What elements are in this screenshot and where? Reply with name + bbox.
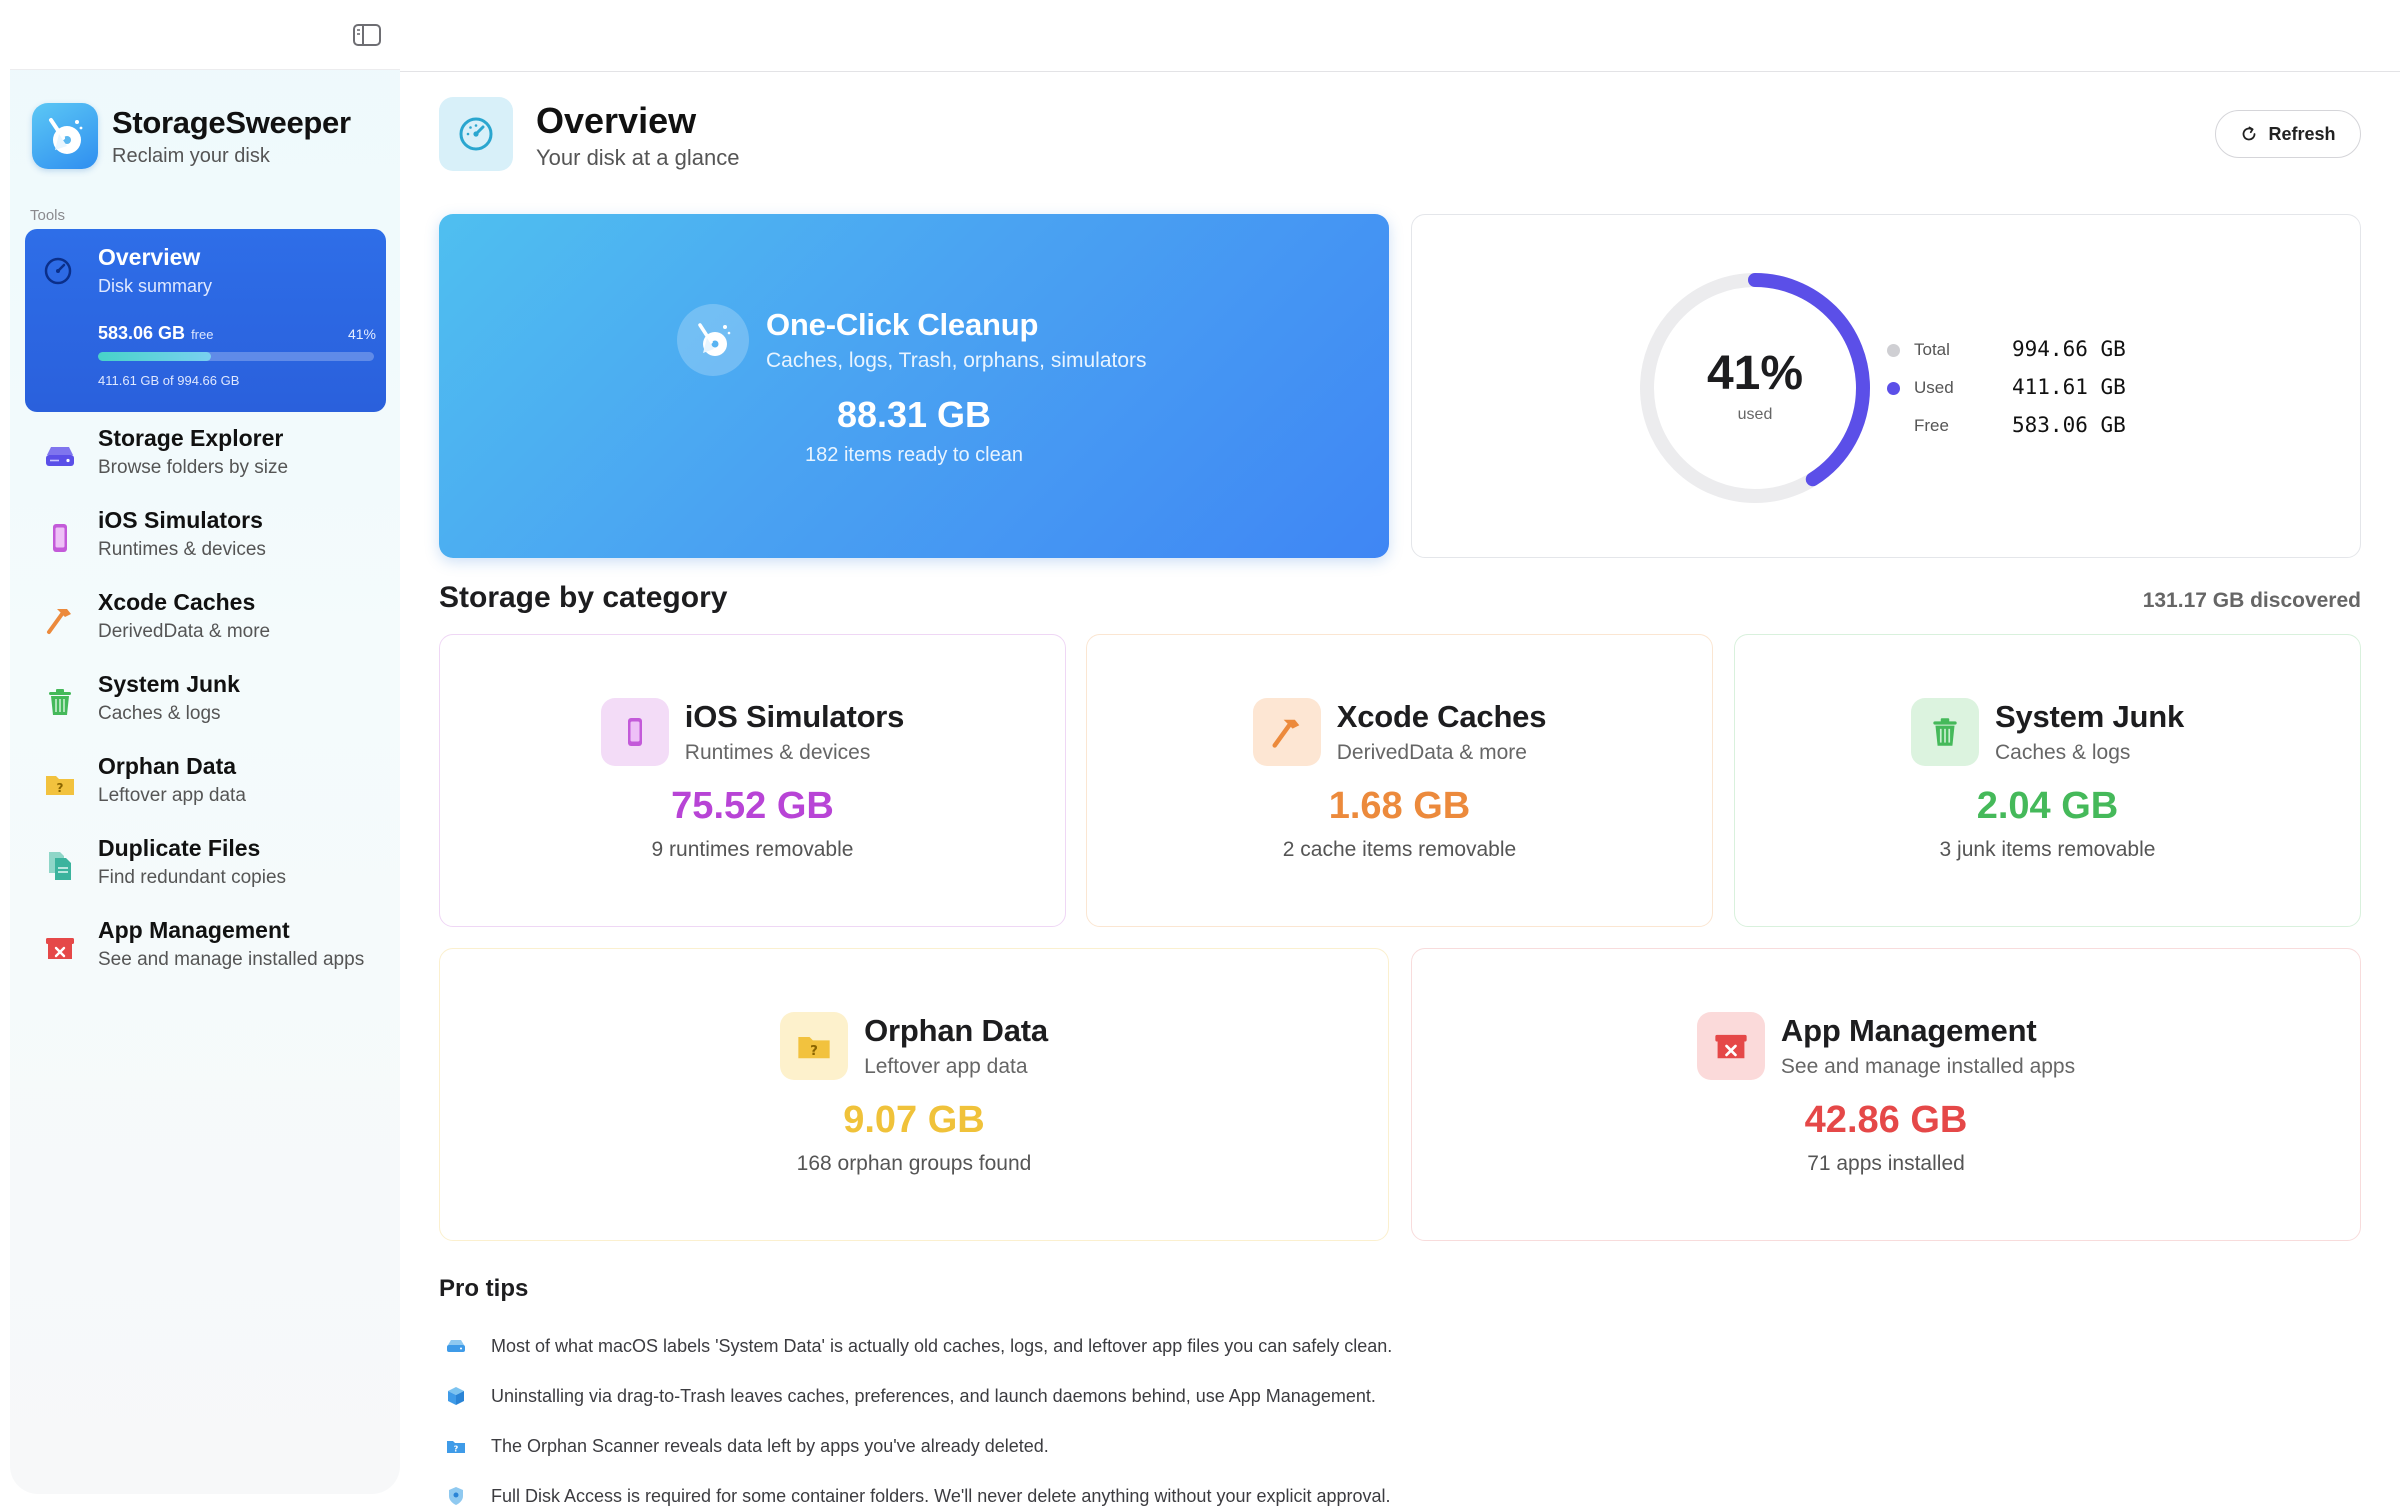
drive-icon — [43, 439, 77, 473]
svg-text:?: ? — [810, 1044, 818, 1059]
free-space-value: 583.06 GB free — [98, 323, 214, 343]
category-card-app-management[interactable]: App Management See and manage installed … — [1411, 948, 2361, 1241]
app-tagline: Reclaim your disk — [112, 144, 270, 167]
cleanup-items-note: 182 items ready to clean — [805, 444, 1023, 466]
sidebar: StorageSweeper Reclaim your disk Tools O… — [10, 0, 400, 1494]
disk-usage-bar-fill — [98, 352, 212, 361]
usage-label: used — [1737, 406, 1773, 423]
legend-total: Total 994.66 GB — [1887, 335, 2147, 365]
phone-icon — [43, 521, 77, 555]
trash-icon — [1910, 698, 1979, 766]
disk-usage-card: 41% used Total 994.66 GB Used 411.61 GB … — [1411, 214, 2361, 558]
sidebar-item-subtitle: Disk summary — [98, 276, 213, 296]
category-card-system-junk[interactable]: System Junk Caches & logs 2.04 GB 3 junk… — [1734, 634, 2361, 927]
question-folder-icon: ? — [43, 767, 77, 801]
discovered-total: 131.17 GB discovered — [2142, 589, 2361, 612]
refresh-button[interactable]: Refresh — [2215, 110, 2361, 158]
sidebar-toggle-icon[interactable] — [352, 22, 382, 48]
main-titlebar — [400, 0, 2400, 72]
cleanup-size: 88.31 GB — [836, 394, 992, 435]
tip-item: Full Disk Access is required for some co… — [445, 1482, 1391, 1506]
hammer-icon — [1252, 698, 1321, 766]
documents-icon — [43, 849, 77, 883]
category-size: 2.04 GB — [1976, 785, 2119, 827]
used-percent: 41% — [347, 326, 376, 342]
disk-usage-bar — [98, 352, 374, 361]
app-logo-icon — [32, 103, 98, 169]
page-title: Overview — [536, 100, 697, 141]
app-window: StorageSweeper Reclaim your disk Tools O… — [0, 0, 2400, 1506]
svg-text:?: ? — [454, 1445, 459, 1454]
sidebar-item-app-management[interactable]: App Management See and manage installed … — [25, 911, 386, 981]
category-size: 42.86 GB — [1804, 1099, 1968, 1141]
question-folder-icon: ? — [445, 1435, 467, 1457]
app-name: StorageSweeper — [112, 104, 351, 140]
sidebar-item-overview[interactable]: Overview Disk summary 583.06 GB free 41% … — [25, 229, 386, 412]
cleanup-subtitle: Caches, logs, Trash, orphans, simulators — [766, 349, 1147, 372]
app-remove-icon — [43, 931, 77, 965]
drive-icon — [445, 1335, 467, 1357]
sidebar-item-duplicate-files[interactable]: Duplicate Files Find redundant copies — [25, 829, 386, 899]
sidebar-section-label: Tools — [30, 207, 66, 224]
gauge-icon — [43, 256, 73, 286]
sidebar-item-orphan-data[interactable]: ? Orphan Data Leftover app data — [25, 747, 386, 817]
brand: StorageSweeper Reclaim your disk — [32, 103, 351, 169]
storage-by-category-title: Storage by category — [439, 581, 728, 614]
app-remove-icon — [1696, 1012, 1765, 1080]
refresh-icon — [2243, 126, 2256, 141]
page-subtitle: Your disk at a glance — [536, 145, 740, 170]
one-click-cleanup-card[interactable]: One-Click Cleanup Caches, logs, Trash, o… — [439, 214, 1389, 558]
pro-tips-title: Pro tips — [439, 1275, 529, 1302]
legend-used: Used 411.61 GB — [1887, 373, 2147, 403]
tip-item: Most of what macOS labels 'System Data' … — [445, 1332, 1392, 1360]
tip-item: Uninstalling via drag-to-Trash leaves ca… — [445, 1382, 1376, 1410]
usage-percent: 41% — [1706, 347, 1804, 400]
category-note: 2 cache items removable — [1282, 838, 1517, 861]
category-card-xcode-caches[interactable]: Xcode Caches DerivedData & more 1.68 GB … — [1086, 634, 1713, 927]
category-note: 168 orphan groups found — [796, 1152, 1032, 1175]
gauge-icon — [439, 97, 513, 171]
category-note: 71 apps installed — [1807, 1152, 1965, 1175]
hammer-icon — [43, 603, 77, 637]
legend-dot-total — [1887, 344, 1900, 357]
used-of-total: 411.61 GB of 994.66 GB — [98, 373, 240, 388]
sidebar-titlebar — [10, 0, 400, 70]
question-folder-icon: ? — [780, 1012, 849, 1080]
trash-icon — [43, 685, 77, 719]
svg-text:?: ? — [57, 781, 64, 795]
sweep-icon — [677, 304, 749, 376]
phone-icon — [600, 698, 669, 766]
legend-free: Free 583.06 GB — [1914, 413, 2126, 437]
category-card-ios-simulators[interactable]: iOS Simulators Runtimes & devices 75.52 … — [439, 634, 1066, 927]
category-note: 9 runtimes removable — [651, 838, 854, 861]
category-size: 75.52 GB — [671, 785, 834, 827]
tip-item: ? The Orphan Scanner reveals data left b… — [445, 1432, 1049, 1460]
category-size: 9.07 GB — [843, 1099, 985, 1141]
box-icon — [445, 1385, 467, 1407]
sidebar-item-ios-simulators[interactable]: iOS Simulators Runtimes & devices — [25, 501, 386, 571]
legend-dot-used — [1887, 382, 1900, 395]
sidebar-item-xcode-caches[interactable]: Xcode Caches DerivedData & more — [25, 583, 386, 653]
sidebar-item-system-junk[interactable]: System Junk Caches & logs — [25, 665, 386, 735]
cleanup-title: One-Click Cleanup — [766, 307, 1039, 342]
shield-icon — [445, 1485, 467, 1506]
category-size: 1.68 GB — [1328, 785, 1471, 827]
category-note: 3 junk items removable — [1939, 838, 2156, 861]
sidebar-item-storage-explorer[interactable]: Storage Explorer Browse folders by size — [25, 419, 386, 489]
category-card-orphan-data[interactable]: ? Orphan Data Leftover app data 9.07 GB … — [439, 948, 1389, 1241]
sidebar-item-title: Overview — [98, 244, 201, 270]
